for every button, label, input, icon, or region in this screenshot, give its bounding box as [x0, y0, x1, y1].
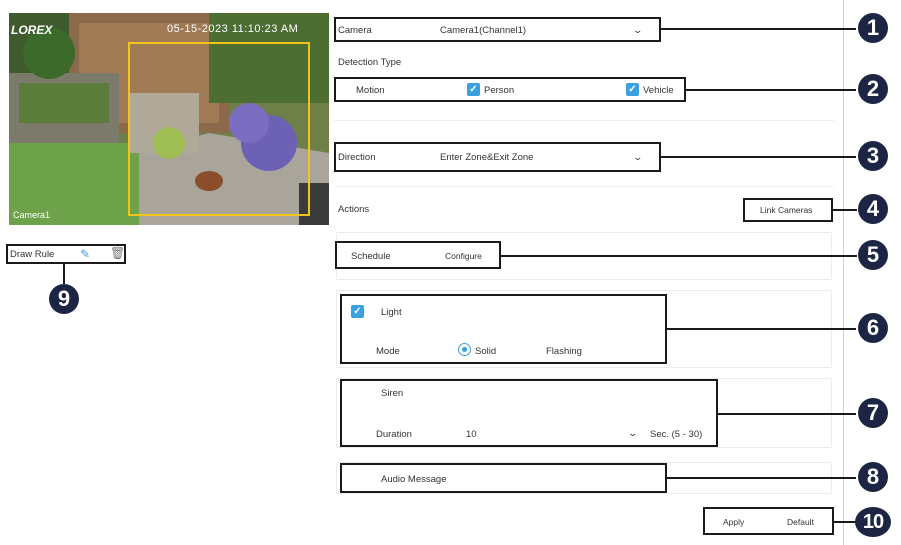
- duration-unit: Sec. (5 - 30): [650, 429, 703, 440]
- flashing-radio[interactable]: Flashing: [546, 346, 582, 357]
- callout-3: 3: [858, 141, 888, 171]
- video-timestamp: 05-15-2023 11:10:23 AM: [167, 23, 299, 35]
- siren-label: Siren: [381, 388, 404, 399]
- callout-2: 2: [858, 74, 888, 104]
- callout-2-line: [686, 89, 856, 91]
- mode-label: Mode: [376, 346, 400, 357]
- callout-7-line: [718, 413, 856, 415]
- audio-message-label: Audio Message: [381, 474, 447, 485]
- chevron-down-icon[interactable]: ⌄: [632, 25, 643, 36]
- separator: [334, 120, 834, 121]
- person-label: Person: [484, 85, 515, 96]
- callout-6: 6: [858, 313, 888, 343]
- audio-message-checkbox[interactable]: [351, 472, 364, 485]
- callout-4-line: [833, 209, 857, 211]
- callout-4: 4: [858, 194, 888, 224]
- video-camera-label: Camera1: [13, 210, 51, 220]
- callout-5: 5: [858, 240, 888, 270]
- panel-divider: [843, 0, 844, 545]
- configure-button[interactable]: Configure: [445, 251, 482, 261]
- trash-icon[interactable]: 🗑: [110, 246, 125, 260]
- siren-checkbox[interactable]: [351, 386, 364, 399]
- direction-select[interactable]: Enter Zone&Exit Zone: [440, 152, 533, 163]
- light-label: Light: [381, 307, 402, 318]
- callout-9-line: [63, 264, 65, 284]
- motion-label[interactable]: Motion: [356, 85, 385, 96]
- callout-9: 9: [49, 284, 79, 314]
- callout-5-line: [501, 255, 857, 257]
- solid-radio[interactable]: [458, 343, 471, 356]
- callout-10: 10: [855, 507, 891, 537]
- callout-3-line: [661, 156, 856, 158]
- callout-8-line: [667, 477, 856, 479]
- pencil-icon[interactable]: ✎: [80, 247, 90, 261]
- apply-button[interactable]: Apply: [723, 517, 744, 527]
- callout-1-line: [661, 28, 856, 30]
- default-button[interactable]: Default: [787, 517, 814, 527]
- camera-select[interactable]: Camera1(Channel1): [440, 25, 526, 36]
- lorex-logo: LOREX: [11, 23, 53, 37]
- callout-10-line: [834, 521, 856, 523]
- duration-label: Duration: [376, 429, 412, 440]
- detection-type-label: Detection Type: [338, 57, 402, 68]
- solid-label: Solid: [475, 346, 497, 357]
- chevron-down-icon[interactable]: ⌄: [632, 152, 643, 163]
- person-checkbox[interactable]: ✓: [467, 83, 480, 96]
- garden-scene-image: [9, 13, 329, 225]
- light-checkbox[interactable]: ✓: [351, 305, 364, 318]
- duration-select[interactable]: 10: [466, 429, 477, 440]
- draw-rule-label: Draw Rule: [10, 249, 55, 260]
- direction-label: Direction: [338, 152, 376, 163]
- vehicle-checkbox[interactable]: ✓: [626, 83, 639, 96]
- link-cameras-button[interactable]: Link Cameras: [760, 205, 812, 215]
- camera-label: Camera: [338, 25, 372, 36]
- actions-label: Actions: [338, 204, 370, 215]
- callout-7: 7: [858, 398, 888, 428]
- vehicle-label: Vehicle: [643, 85, 674, 96]
- chevron-down-icon[interactable]: ⌄: [627, 428, 638, 439]
- separator: [334, 186, 834, 187]
- callout-6-line: [667, 328, 856, 330]
- callout-8: 8: [858, 462, 888, 492]
- camera-preview[interactable]: LOREX 05-15-2023 11:10:23 AM Camera1: [9, 13, 329, 225]
- callout-1: 1: [858, 13, 888, 43]
- schedule-label: Schedule: [351, 251, 391, 262]
